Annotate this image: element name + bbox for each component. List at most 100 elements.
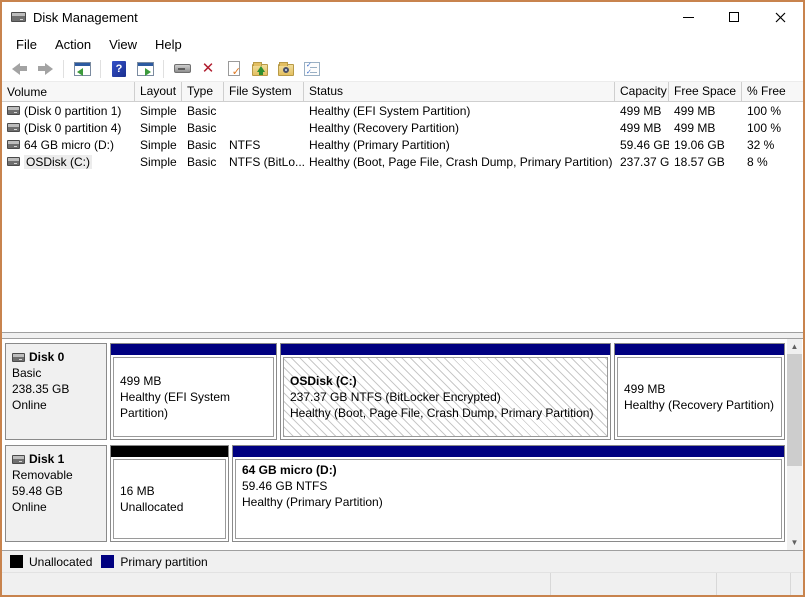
scrollbar-thumb[interactable] (787, 354, 802, 466)
column-header-volume[interactable]: Volume (2, 82, 135, 101)
legend-bar: Unallocated Primary partition (2, 550, 803, 572)
volume-row-selected[interactable]: OSDisk (C:) Simple Basic NTFS (BitLo... … (2, 153, 803, 170)
volume-capacity: 237.37 GB (620, 154, 669, 169)
show-console-tree-button[interactable] (71, 58, 93, 80)
disk-icon (12, 454, 25, 464)
volume-capacity: 499 MB (620, 120, 662, 135)
status-bar (2, 572, 803, 595)
partition-status: Healthy (EFI System Partition) (120, 390, 231, 420)
menu-file[interactable]: File (7, 34, 46, 55)
partition-color-bar (615, 344, 784, 355)
partition-efi[interactable]: 499 MB Healthy (EFI System Partition) (110, 343, 277, 440)
search-folder-button[interactable] (275, 58, 297, 80)
maximize-icon (729, 12, 739, 22)
volume-free: 499 MB (674, 120, 716, 135)
properties-list-button[interactable] (301, 58, 323, 80)
volume-row[interactable]: (Disk 0 partition 4) Simple Basic Health… (2, 119, 803, 136)
delete-x-icon: ✕ (201, 60, 215, 77)
partition-color-bar (233, 446, 784, 457)
show-action-pane-button[interactable] (134, 58, 156, 80)
export-button[interactable] (249, 58, 271, 80)
partition-size: 59.46 GB NTFS (242, 479, 328, 493)
partition-status: Healthy (Recovery Partition) (624, 398, 775, 412)
task-check-button[interactable] (223, 58, 245, 80)
window-title: Disk Management (33, 9, 138, 25)
partition-title: OSDisk (C:) (290, 374, 357, 388)
help-icon: ? (112, 60, 126, 77)
volume-type: Basic (187, 137, 217, 152)
partition-status: Healthy (Primary Partition) (242, 495, 383, 509)
column-header-file-system[interactable]: File System (224, 82, 304, 101)
volume-pct-free: 32 % (747, 137, 775, 152)
volume-free: 19.06 GB (674, 137, 725, 152)
volume-free: 499 MB (674, 103, 716, 118)
disk-kind: Removable (12, 468, 73, 482)
disk-1-row: Disk 1 Removable 59.48 GB Online 16 MB U… (5, 445, 785, 542)
volume-layout: Simple (140, 103, 177, 118)
back-button[interactable] (8, 58, 30, 80)
maximize-button[interactable] (711, 2, 757, 32)
partition-color-bar (111, 446, 228, 457)
delete-volume-button[interactable]: ✕ (197, 58, 219, 80)
disk-1-label-panel[interactable]: Disk 1 Removable 59.48 GB Online (5, 445, 107, 542)
disk-0-label-panel[interactable]: Disk 0 Basic 238.35 GB Online (5, 343, 107, 440)
close-button[interactable] (757, 2, 803, 32)
volume-type: Basic (187, 120, 217, 135)
device-properties-button[interactable] (171, 58, 193, 80)
minimize-icon (682, 16, 694, 18)
volume-pct-free: 8 % (747, 154, 768, 169)
column-header-layout[interactable]: Layout (135, 82, 182, 101)
menu-help[interactable]: Help (146, 34, 191, 55)
forward-button[interactable] (34, 58, 56, 80)
folder-up-icon (252, 62, 268, 76)
minimize-button[interactable] (665, 2, 711, 32)
scroll-up-button[interactable]: ▲ (787, 339, 802, 354)
scroll-down-button[interactable]: ▼ (787, 535, 802, 550)
status-section (717, 573, 791, 595)
partition-color-bar (281, 344, 610, 355)
partition-color-bar (111, 344, 276, 355)
partition-recovery[interactable]: 499 MB Healthy (Recovery Partition) (614, 343, 785, 440)
volume-type: Basic (187, 154, 217, 169)
partition-osdisk-selected[interactable]: OSDisk (C:) 237.37 GB NTFS (BitLocker En… (280, 343, 611, 440)
toolbar-separator (100, 59, 101, 78)
volume-status: Healthy (EFI System Partition) (309, 103, 471, 118)
close-icon (775, 12, 785, 22)
partition-size: 499 MB (120, 374, 162, 388)
volume-name: (Disk 0 partition 1) (24, 103, 122, 118)
volume-status: Healthy (Boot, Page File, Crash Dump, Pr… (309, 154, 613, 169)
column-header-pct-free[interactable]: % Free (742, 82, 803, 101)
partition-unallocated[interactable]: 16 MB Unallocated (110, 445, 229, 542)
menu-view[interactable]: View (100, 34, 146, 55)
chevron-up-icon: ▲ (790, 342, 799, 351)
volume-row[interactable]: (Disk 0 partition 1) Simple Basic Health… (2, 102, 803, 119)
status-grip (791, 573, 803, 595)
disk-size: 238.35 GB (12, 382, 70, 396)
volume-layout: Simple (140, 137, 177, 152)
help-button[interactable]: ? (108, 58, 130, 80)
checklist-icon (304, 61, 320, 76)
column-header-type[interactable]: Type (182, 82, 224, 101)
volume-free: 18.57 GB (674, 154, 725, 169)
partition-status: Unallocated (120, 500, 184, 514)
legend-label: Primary partition (120, 554, 208, 569)
legend-label: Unallocated (29, 554, 93, 569)
disk-kind: Basic (12, 366, 42, 380)
disk-icon (12, 352, 25, 362)
column-header-free-space[interactable]: Free Space (669, 82, 742, 101)
column-header-status[interactable]: Status (304, 82, 615, 101)
vertical-scrollbar[interactable]: ▲ ▼ (787, 339, 802, 550)
volume-list-header: Volume Layout Type File System Status Ca… (2, 82, 803, 102)
folder-search-icon (278, 62, 294, 76)
disk-state: Online (12, 398, 47, 412)
volume-row[interactable]: 64 GB micro (D:) Simple Basic NTFS Healt… (2, 136, 803, 153)
menu-action[interactable]: Action (46, 34, 100, 55)
pane-splitter[interactable] (2, 332, 803, 339)
back-arrow-icon (11, 62, 27, 75)
toolbar-separator (63, 59, 64, 78)
volume-name: OSDisk (C:) (24, 154, 92, 169)
volume-capacity: 499 MB (620, 103, 662, 118)
partition-d-drive[interactable]: 64 GB micro (D:) 59.46 GB NTFS Healthy (… (232, 445, 785, 542)
action-pane-icon (136, 61, 154, 76)
column-header-capacity[interactable]: Capacity (615, 82, 669, 101)
